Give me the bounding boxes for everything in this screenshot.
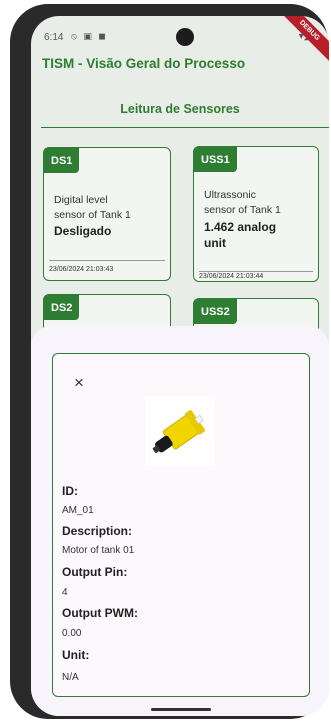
sensor-card-uss1[interactable]: USS1 Ultrassonic sensor of Tank 1 1.462 … bbox=[193, 146, 319, 282]
sensor-tag: USS1 bbox=[194, 147, 237, 172]
section-divider bbox=[41, 127, 329, 128]
field-label-description: Description: bbox=[62, 524, 133, 538]
sensor-value: unit bbox=[204, 236, 226, 250]
card-divider bbox=[199, 271, 313, 272]
field-value-output-pin: 4 bbox=[62, 587, 68, 598]
motor-image bbox=[145, 396, 215, 466]
sensor-timestamp: 23/06/2024 21:03:44 bbox=[199, 273, 264, 280]
field-label-output-pwm: Output PWM: bbox=[62, 606, 138, 620]
close-icon[interactable]: × bbox=[68, 372, 90, 394]
section-title: Leitura de Sensores bbox=[120, 102, 240, 116]
sensor-card-ds1[interactable]: DS1 Digital level sensor of Tank 1 Desli… bbox=[43, 147, 171, 281]
card-divider bbox=[49, 260, 165, 261]
sensor-description: Ultrassonic bbox=[204, 189, 256, 201]
phone-frame: 6:14 ⦸ ▣ ◼ ▾◢▮ DEBUG TISM - Visão Geral … bbox=[10, 4, 329, 719]
field-value-description: Motor of tank 01 bbox=[62, 545, 135, 556]
status-bar: 6:14 ⦸ ▣ ◼ ▾◢▮ DEBUG bbox=[31, 16, 329, 66]
field-label-output-pin: Output Pin: bbox=[62, 565, 128, 579]
field-value-output-pwm: 0.00 bbox=[62, 628, 82, 639]
sensor-timestamp: 23/06/2024 21:03:43 bbox=[49, 266, 114, 273]
field-label-id: ID: bbox=[62, 484, 78, 498]
sensor-value: 1.462 analog bbox=[204, 220, 277, 234]
page-title: TISM - Visão Geral do Processo bbox=[42, 56, 246, 71]
camera-cutout bbox=[176, 28, 194, 46]
sensor-value: Desligado bbox=[54, 224, 112, 238]
actuator-detail-dialog: × ID: AM_01 Description: Motor of tank 0… bbox=[52, 353, 310, 697]
sensor-description: Digital level bbox=[54, 194, 108, 206]
status-time: 6:14 bbox=[44, 32, 64, 43]
field-value-id: AM_01 bbox=[62, 505, 94, 516]
sensor-tag: USS2 bbox=[194, 299, 237, 324]
bottom-sheet: × ID: AM_01 Description: Motor of tank 0… bbox=[31, 326, 329, 716]
home-indicator[interactable] bbox=[151, 708, 211, 711]
field-label-unit: Unit: bbox=[62, 648, 90, 662]
sensor-tag: DS2 bbox=[44, 295, 80, 320]
sensor-description: sensor of Tank 1 bbox=[204, 204, 281, 216]
app-screen: 6:14 ⦸ ▣ ◼ ▾◢▮ DEBUG TISM - Visão Geral … bbox=[31, 16, 329, 716]
notification-icons: ⦸ ▣ ◼ bbox=[71, 31, 108, 41]
sensor-tag: DS1 bbox=[44, 148, 80, 173]
sensor-description: sensor of Tank 1 bbox=[54, 209, 131, 221]
motor-illustration bbox=[152, 410, 205, 454]
field-value-unit: N/A bbox=[62, 672, 79, 683]
